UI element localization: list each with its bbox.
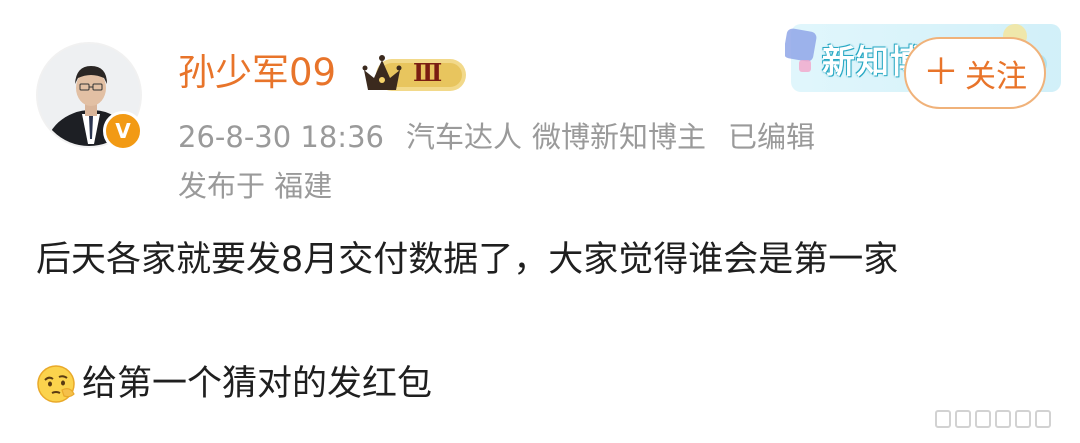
edited-label[interactable]: 已编辑 [728,120,815,154]
thinking-emoji-icon [37,365,75,403]
post-content-line2: 给第一个猜对的发红包 [36,360,432,408]
post-content-line2-text: 给第一个猜对的发红包 [82,364,433,404]
post-content-line1: 后天各家就要发8月交付数据了，大家觉得谁会是第一家 [36,240,899,280]
plus-icon: ＋ [922,52,959,93]
tag-weibo: 微博新知博主 [532,120,707,154]
tag-auto: 汽车达人 [405,120,522,154]
follow-button[interactable]: ＋ 关注 [904,37,1046,109]
post-location: 发布于 福建 [178,169,333,203]
post-date[interactable]: 26-8-30 18:36 [178,120,384,154]
watermark-icon [932,403,1072,435]
member-level: Ⅲ [413,58,443,87]
follow-label: 关注 [965,58,1027,95]
verified-badge-icon: V [103,111,143,151]
post-meta: 26-8-30 18:36 汽车达人 微博新知博主 已编辑 [178,118,837,156]
username[interactable]: 孙少军09 [178,50,336,96]
